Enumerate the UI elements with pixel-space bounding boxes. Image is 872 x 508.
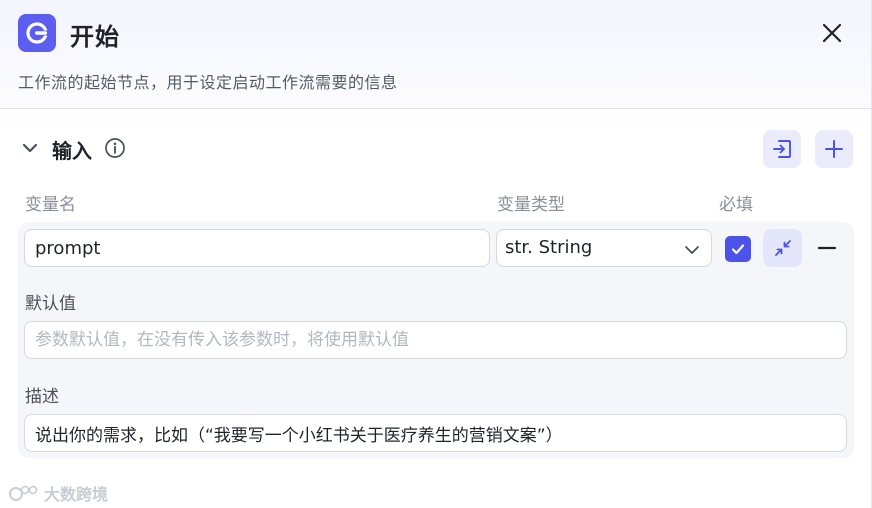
chevron-down-icon bbox=[685, 246, 699, 254]
plus-icon bbox=[825, 140, 843, 158]
column-header-name: 变量名 bbox=[25, 195, 76, 215]
start-node-icon bbox=[18, 14, 56, 52]
description-label: 描述 bbox=[25, 387, 59, 407]
close-icon bbox=[822, 23, 842, 43]
variable-type-value: str. String bbox=[505, 237, 593, 258]
minimize-icon bbox=[774, 240, 791, 256]
header-divider bbox=[0, 108, 872, 109]
variable-name-input[interactable] bbox=[24, 229, 490, 267]
variable-type-select[interactable]: str. String bbox=[496, 229, 712, 267]
column-header-type: 变量类型 bbox=[497, 195, 565, 215]
inputs-section-header: 输入 bbox=[18, 130, 854, 168]
info-icon[interactable] bbox=[104, 137, 126, 159]
column-header-required: 必填 bbox=[719, 195, 753, 215]
add-variable-button[interactable] bbox=[815, 130, 853, 168]
check-icon bbox=[731, 244, 745, 255]
remove-variable-icon[interactable] bbox=[815, 236, 839, 260]
default-value-label: 默认值 bbox=[25, 294, 76, 314]
page-subtitle: 工作流的起始节点，用于设定启动工作流需要的信息 bbox=[18, 73, 398, 92]
default-value-input[interactable] bbox=[24, 321, 847, 359]
close-button[interactable] bbox=[818, 19, 846, 47]
panel-header: 开始 bbox=[18, 14, 854, 54]
collapse-variable-button[interactable] bbox=[763, 229, 802, 267]
required-checkbox[interactable] bbox=[725, 236, 751, 262]
watermark-text: 大数跨境 bbox=[44, 485, 109, 504]
watermark: 大数跨境 bbox=[8, 481, 108, 505]
watermark-logo-icon bbox=[9, 485, 38, 501]
import-icon bbox=[773, 140, 791, 158]
import-button[interactable] bbox=[763, 130, 801, 168]
chevron-down-icon[interactable] bbox=[20, 138, 40, 158]
description-input[interactable] bbox=[24, 414, 847, 452]
page-title: 开始 bbox=[70, 23, 120, 51]
start-node-panel: 开始 工作流的起始节点，用于设定启动工作流需要的信息 输入 变量名 变量类型 必… bbox=[0, 0, 872, 508]
inputs-section-title: 输入 bbox=[52, 139, 92, 163]
